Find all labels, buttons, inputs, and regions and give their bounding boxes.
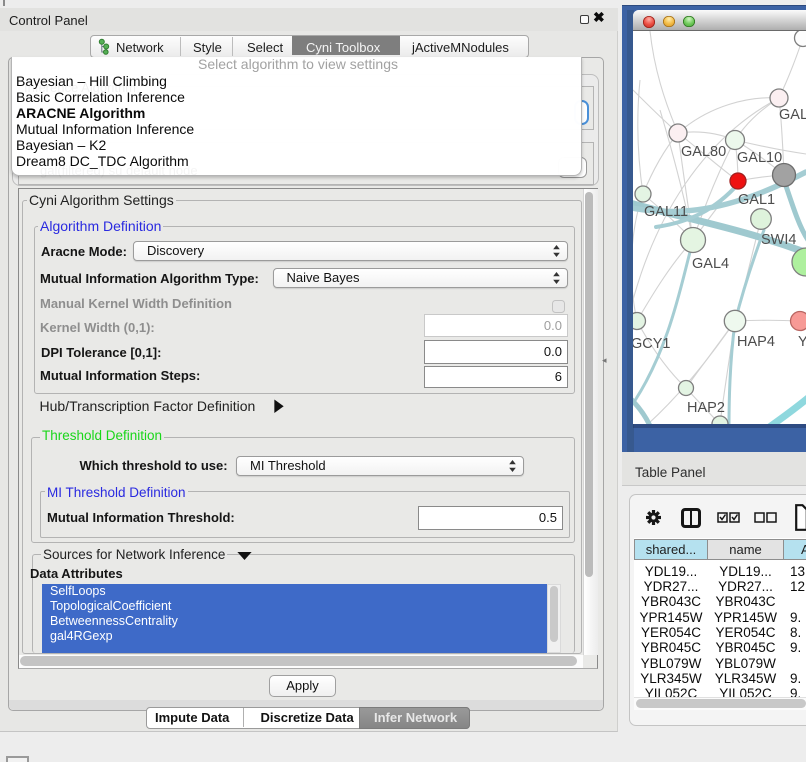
svg-text:GAL4: GAL4 bbox=[692, 256, 729, 272]
svg-text:GAL: GAL bbox=[779, 107, 806, 123]
svg-text:Y: Y bbox=[798, 334, 806, 350]
svg-text:HAP2: HAP2 bbox=[687, 400, 725, 416]
svg-text:GAL80: GAL80 bbox=[681, 144, 726, 160]
svg-text:GAL10: GAL10 bbox=[737, 150, 782, 166]
svg-text:GAL11: GAL11 bbox=[644, 204, 688, 220]
svg-text:HAP4: HAP4 bbox=[737, 334, 775, 350]
svg-text:GCY1: GCY1 bbox=[633, 336, 671, 352]
svg-text:GAL1: GAL1 bbox=[738, 192, 775, 208]
svg-text:SWI4: SWI4 bbox=[761, 232, 796, 248]
